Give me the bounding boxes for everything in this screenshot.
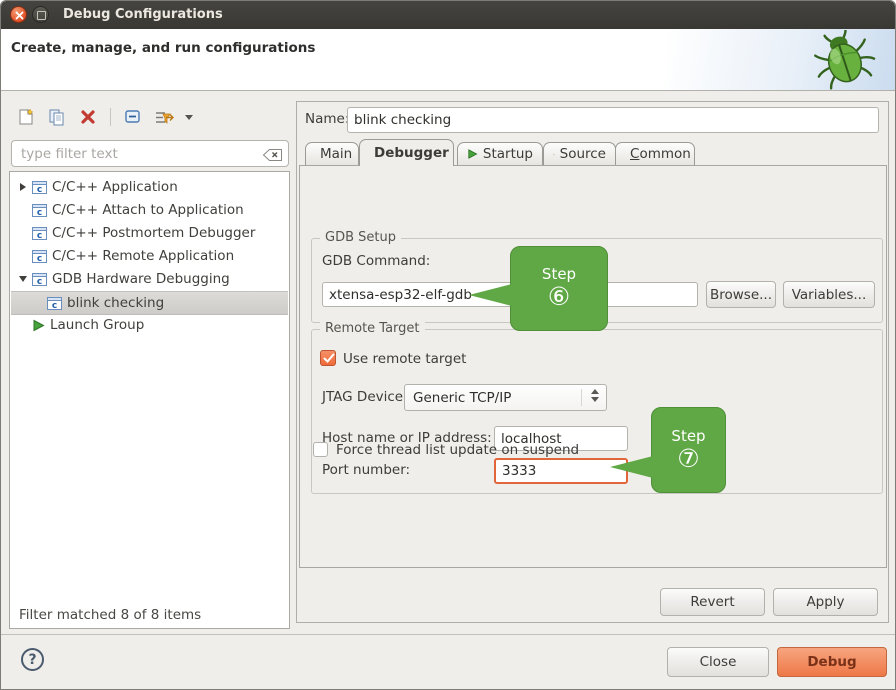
- tab-source[interactable]: Source: [543, 142, 616, 165]
- help-button[interactable]: ?: [21, 648, 44, 671]
- new-configuration-icon: [17, 108, 35, 126]
- tree-item-label: Launch Group: [50, 317, 144, 333]
- svg-text:c: c: [52, 301, 57, 310]
- filter-match-status: Filter matched 8 of 8 items: [19, 607, 201, 623]
- tree-item-cpp-postmortem[interactable]: c C/C++ Postmortem Debugger: [11, 222, 288, 244]
- c-application-icon: c: [32, 204, 47, 217]
- svg-text:c: c: [37, 231, 42, 240]
- filter-input[interactable]: [19, 143, 258, 165]
- gdb-setup-legend: GDB Setup: [320, 230, 401, 245]
- tree-item-launch-group[interactable]: Launch Group: [11, 314, 288, 336]
- debug-configurations-dialog: Debug Configurations Create, manage, and…: [0, 0, 896, 690]
- tab-debugger[interactable]: Debugger: [359, 139, 454, 166]
- callout-tail: [610, 456, 653, 478]
- clear-filter-icon[interactable]: [262, 147, 283, 166]
- collapse-arrow-icon[interactable]: [16, 276, 30, 282]
- remote-target-legend: Remote Target: [320, 321, 425, 336]
- expand-arrow-icon[interactable]: [16, 183, 30, 191]
- tree-item-label: C/C++ Postmortem Debugger: [52, 225, 255, 241]
- tree-item-label: C/C++ Attach to Application: [52, 202, 244, 218]
- collapse-all-button[interactable]: [122, 106, 144, 128]
- window-close-button[interactable]: [10, 6, 27, 23]
- jtag-device-label: JTAG Device:: [322, 389, 408, 405]
- collapse-all-icon: [124, 109, 142, 125]
- filter-configurations-button[interactable]: [153, 106, 175, 128]
- window-maximize-button[interactable]: [32, 6, 49, 23]
- close-icon: [15, 11, 24, 20]
- svg-text:c: c: [37, 208, 42, 217]
- header-banner: Create, manage, and run configurations: [1, 29, 895, 91]
- configuration-editor: Name: Main Debugger Startup: [296, 101, 889, 623]
- help-icon: ?: [28, 652, 36, 668]
- force-thread-label: Force thread list update on suspend: [336, 442, 579, 458]
- titlebar[interactable]: Debug Configurations: [1, 1, 895, 30]
- footer-divider: [1, 634, 895, 635]
- jtag-device-select[interactable]: Generic TCP/IP: [404, 384, 607, 411]
- delete-icon: [80, 109, 96, 125]
- header-title: Create, manage, and run configurations: [11, 40, 315, 56]
- delete-configuration-button[interactable]: [77, 106, 99, 128]
- tree-item-label: GDB Hardware Debugging: [52, 271, 230, 287]
- debug-bug-icon: [811, 30, 877, 94]
- svg-text:c: c: [37, 277, 42, 286]
- c-application-icon: c: [32, 273, 47, 286]
- maximize-icon: [37, 11, 46, 20]
- duplicate-configuration-button[interactable]: [46, 106, 68, 128]
- configurations-tree: c C/C++ Application c C/C++ Attach to Ap…: [9, 171, 290, 629]
- revert-button[interactable]: Revert: [660, 588, 765, 616]
- close-button[interactable]: Close: [667, 647, 769, 677]
- tree-item-cpp-remote[interactable]: c C/C++ Remote Application: [11, 245, 288, 267]
- name-input[interactable]: [347, 107, 879, 133]
- check-icon: [323, 353, 335, 364]
- debug-button[interactable]: Debug: [777, 647, 887, 677]
- step-7-callout: Step ⑦: [651, 407, 726, 493]
- new-configuration-button[interactable]: [15, 106, 37, 128]
- step-6-callout: Step ⑥: [510, 246, 608, 331]
- tab-common[interactable]: Common: [615, 142, 695, 165]
- spinner-arrows-icon: [591, 389, 599, 402]
- svg-text:c: c: [37, 254, 42, 263]
- gdb-command-label: GDB Command:: [322, 253, 430, 269]
- tree-item-cpp-application[interactable]: c C/C++ Application: [11, 176, 288, 198]
- toolbar-separator: [110, 108, 111, 126]
- callout-tail: [469, 284, 512, 306]
- configurations-toolbar: [15, 105, 193, 129]
- c-application-icon: c: [32, 181, 47, 194]
- launch-group-icon: [32, 319, 45, 332]
- apply-button[interactable]: Apply: [773, 588, 878, 616]
- play-icon: [467, 148, 478, 160]
- c-application-icon: c: [47, 297, 62, 310]
- port-label: Port number:: [322, 462, 410, 478]
- c-application-icon: c: [32, 227, 47, 240]
- tree-item-gdb-hardware[interactable]: c GDB Hardware Debugging: [11, 268, 288, 290]
- force-thread-checkbox[interactable]: [313, 442, 328, 457]
- c-application-icon: c: [32, 250, 47, 263]
- tab-startup[interactable]: Startup: [457, 142, 543, 165]
- tab-main[interactable]: Main: [305, 142, 359, 165]
- duplicate-icon: [48, 108, 66, 126]
- toolbar-menu-chevron-icon[interactable]: [185, 115, 193, 120]
- source-edit-icon: [553, 148, 555, 161]
- name-label: Name:: [305, 111, 349, 127]
- tree-item-cpp-attach[interactable]: c C/C++ Attach to Application: [11, 199, 288, 221]
- tree-item-blink-checking[interactable]: c blink checking: [11, 291, 288, 315]
- filter-icon: [154, 109, 174, 126]
- filter-field: [11, 140, 289, 167]
- tree-item-label: blink checking: [67, 295, 164, 311]
- window-title: Debug Configurations: [63, 1, 223, 29]
- use-remote-target-label: Use remote target: [343, 351, 466, 367]
- browse-button[interactable]: Browse...: [706, 281, 776, 308]
- tree-item-label: C/C++ Remote Application: [52, 248, 234, 264]
- remote-target-group: Remote Target Use remote target JTAG Dev…: [311, 329, 883, 494]
- debugger-tab-content: GDB Setup GDB Command: Browse... Variabl…: [299, 165, 887, 568]
- use-remote-target-checkbox[interactable]: [320, 350, 336, 366]
- svg-text:c: c: [37, 185, 42, 194]
- port-input[interactable]: [494, 458, 628, 484]
- variables-button[interactable]: Variables...: [783, 281, 875, 308]
- tree-item-label: C/C++ Application: [52, 179, 178, 195]
